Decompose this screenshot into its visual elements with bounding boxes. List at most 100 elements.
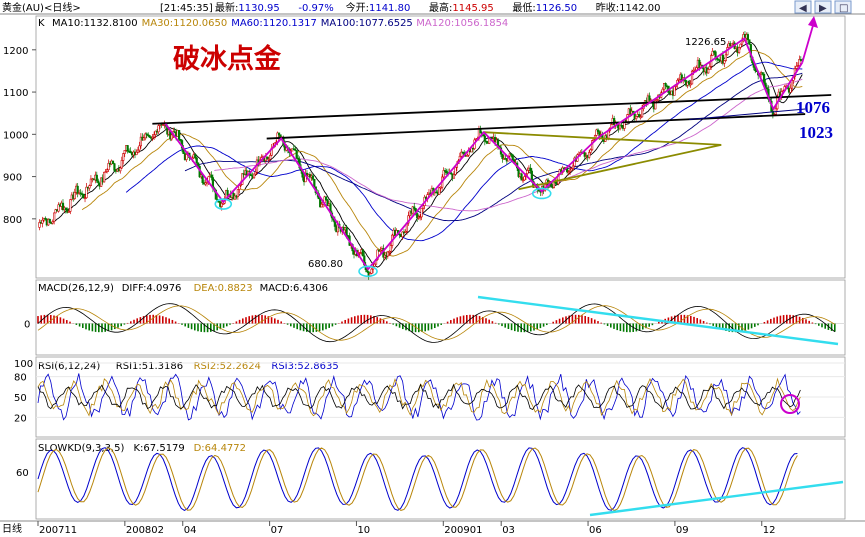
- candle-body: [386, 251, 389, 257]
- candle-body: [529, 167, 532, 172]
- macd-tick-label: 0: [24, 320, 30, 331]
- price-panel-label: K: [38, 18, 45, 29]
- kd-tick-label: 60: [16, 468, 29, 479]
- price-panel[interactable]: K MA10:1132.8100 MA30:1120.0650 MA60:1120.…: [3, 16, 833, 280]
- candle-body: [748, 39, 751, 45]
- candle-body: [177, 130, 181, 140]
- x-tick-label: 12: [763, 525, 776, 536]
- candle-body: [88, 185, 91, 189]
- candle-body: [526, 170, 529, 174]
- candle-body: [69, 199, 72, 212]
- rsi-tick-label: 100: [14, 359, 33, 370]
- macd-dea-line: [37, 305, 836, 341]
- candle-body: [170, 134, 173, 140]
- header-bar: 黄金(AU)<日线> [21:45:35] 最新:1130.95 -0.97% 今开…: [2, 0, 852, 14]
- window-buttons[interactable]: ◀ ▶ □: [794, 0, 852, 14]
- neckline-upper: [152, 94, 832, 125]
- candle-body: [269, 155, 272, 160]
- high-price-label: 1226.65: [685, 37, 726, 48]
- x-tick-label: 09: [676, 525, 689, 536]
- instrument-name: 黄金(AU)<日线>: [2, 1, 81, 14]
- gold-daily-chart[interactable]: 黄金(AU)<日线> [21:45:35] 最新:1130.95 -0.97% 今开…: [0, 0, 865, 537]
- candle-body: [123, 150, 126, 154]
- candle-body: [195, 157, 198, 164]
- candle-body: [361, 249, 364, 257]
- candle-body: [122, 153, 125, 161]
- legend-item: MA30:1120.0650: [142, 18, 228, 29]
- window-button-glyph: ◀: [799, 3, 807, 14]
- kd-lines: [37, 447, 844, 517]
- header-field-1: -0.97%: [298, 3, 333, 14]
- legend-item: MA120:1056.1854: [416, 18, 508, 29]
- candle-body: [707, 69, 710, 74]
- price-tick-label: 1100: [3, 88, 28, 99]
- candle-body: [454, 167, 457, 175]
- x-axis-ticks: 200711 200802 04 07 10 200901 03 06 09 12: [37, 521, 776, 536]
- header-field-3: 最高:1145.95: [429, 1, 494, 14]
- candle-body: [136, 149, 140, 153]
- candle-body: [41, 219, 44, 224]
- candle-body: [210, 174, 213, 178]
- candle-body: [313, 178, 316, 188]
- candle-body: [113, 163, 116, 171]
- rsi-panel[interactable]: RSI(6,12,24) RSI1:51.3186 RSI2:52.2624 RSI3…: [14, 359, 845, 424]
- candle-body: [48, 218, 51, 223]
- arrow-head-icon: [808, 16, 818, 28]
- level-1023-label: 1023: [799, 123, 833, 142]
- candlesticks: [38, 31, 804, 280]
- level-1076-label: 1076: [796, 98, 830, 117]
- x-tick-label: 10: [357, 525, 370, 536]
- price-tick-label: 800: [3, 215, 22, 226]
- highlight-circles: [214, 187, 552, 278]
- candle-body: [640, 108, 644, 118]
- candle-body: [746, 34, 749, 41]
- rsi-tick-label: 20: [14, 413, 27, 424]
- candle-body: [226, 190, 229, 196]
- candle-body: [438, 187, 441, 195]
- candle-body: [389, 245, 392, 252]
- price-tick-label: 900: [3, 173, 22, 184]
- x-tick-label: 06: [589, 525, 602, 536]
- legend-item: MACD(26,12,9): [38, 283, 114, 294]
- price-tick-label: 1000: [3, 130, 28, 141]
- candle-body: [295, 150, 298, 159]
- candle-body: [126, 145, 129, 152]
- candle-body: [588, 152, 591, 158]
- candle-body: [664, 83, 667, 87]
- kd-panel[interactable]: SLOWKD(9,3,3,5) K:67.5179 D:64.4772 60: [16, 443, 844, 517]
- header-field-0: 最新:1130.95: [215, 1, 280, 14]
- candle-body: [73, 192, 76, 199]
- legend-item: MA100:1077.6525: [321, 18, 413, 29]
- rsi-highlight-circle: [780, 394, 800, 414]
- macd-lines: [37, 295, 839, 346]
- x-tick-label: 200802: [126, 525, 164, 536]
- macd-legend: MACD(26,12,9) DIFF:4.0976 DEA:0.8823 MACD:6…: [38, 283, 328, 294]
- candle-body: [673, 86, 676, 96]
- kd-line-d: [37, 447, 798, 512]
- candle-body: [724, 54, 727, 61]
- legend-item: MA60:1120.1317: [231, 18, 317, 29]
- x-axis: 日线 200711 200802 04 07 10 200901 03 06 09 12: [2, 521, 775, 536]
- kd-trend-line: [589, 480, 844, 517]
- chart-window: 黄金(AU)<日线> [21:45:35] 最新:1130.95 -0.97% 今开…: [0, 0, 865, 537]
- candle-body: [723, 60, 726, 64]
- candle-body: [501, 153, 504, 159]
- candle-body: [135, 151, 138, 156]
- candle-body: [157, 125, 160, 133]
- candle-body: [185, 154, 188, 160]
- candle-body: [452, 174, 456, 179]
- window-button-glyph: □: [839, 3, 848, 14]
- macd-panel[interactable]: MACD(26,12,9) DIFF:4.0976 DEA:0.8823 MACD:6…: [24, 283, 845, 346]
- kd-legend: SLOWKD(9,3,3,5) K:67.5179 D:64.4772: [38, 443, 246, 454]
- header-field-5: 昨收:1142.00: [596, 1, 661, 14]
- legend-item: MACD:6.4306: [260, 283, 328, 294]
- candle-body: [324, 196, 328, 200]
- candle-body: [311, 175, 314, 180]
- x-tick-label: 03: [502, 525, 515, 536]
- panel-frames: [0, 13, 865, 522]
- rsi-tick-label: 50: [14, 393, 27, 404]
- legend-item: K:67.5179: [134, 443, 185, 454]
- x-axis-label: 日线: [2, 522, 22, 535]
- kd-line-k: [37, 447, 798, 511]
- candle-body: [120, 160, 123, 169]
